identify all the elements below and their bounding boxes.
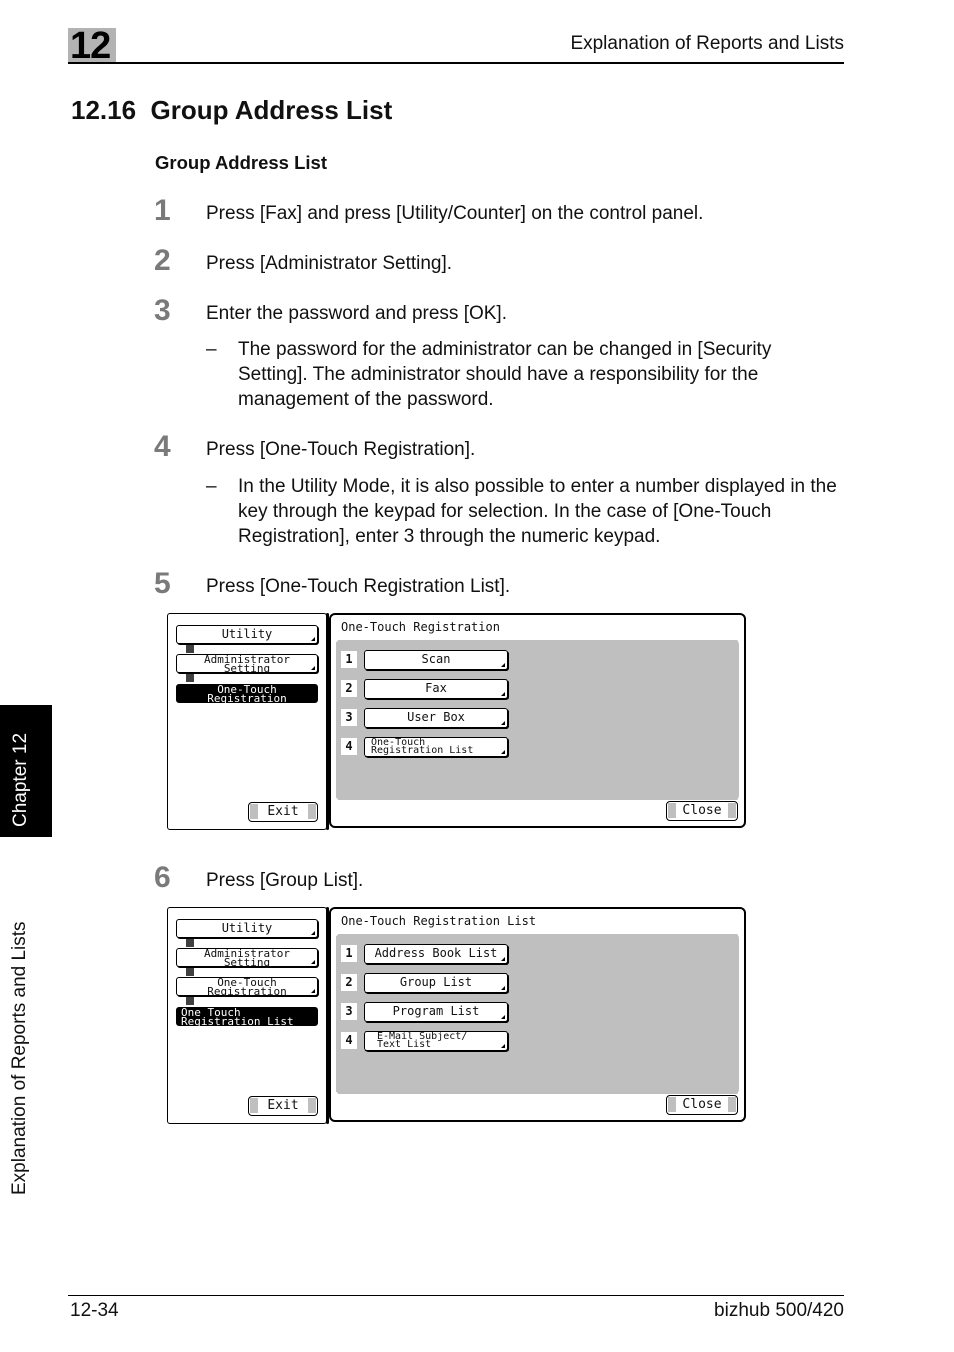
note-text: The password for the administrator can b… (238, 339, 772, 410)
step-text: Press [One-Touch Registration List]. (206, 576, 511, 597)
user-box-button[interactable]: User Box (364, 708, 508, 728)
step-number: 2 (154, 244, 171, 277)
email-subject-text-list-button[interactable]: E-Mail Subject/ Text List (364, 1031, 508, 1051)
connector (186, 645, 194, 653)
chapter-side-tab: Chapter 12 (0, 705, 52, 837)
item-number: 2 (341, 974, 357, 991)
connector (186, 997, 194, 1005)
item-number: 2 (341, 680, 357, 697)
connector (186, 968, 194, 976)
content-panel: One-Touch Registration List 1 Address Bo… (329, 907, 746, 1122)
fax-button[interactable]: Fax (364, 679, 508, 699)
item-number: 3 (341, 1003, 357, 1020)
section-side-label: Explanation of Reports and Lists (9, 921, 30, 1195)
one-touch-registration-list-button[interactable]: One-Touch Registration List (364, 737, 508, 757)
address-book-list-button[interactable]: Address Book List (364, 944, 508, 964)
corner-arrow-icon (501, 957, 505, 961)
group-list-button[interactable]: Group List (364, 973, 508, 993)
exit-button[interactable]: Exit (248, 1096, 318, 1116)
item-number: 4 (341, 1032, 357, 1049)
chapter-number: 12 (70, 25, 111, 67)
corner-arrow-icon (501, 692, 505, 696)
left-navigation-panel: Utility Administrator Setting One-Touch … (167, 907, 327, 1124)
one-touch-registration-button[interactable]: One-Touch Registration (176, 977, 318, 997)
page-number: 12-34 (70, 1300, 119, 1321)
corner-arrow-icon (311, 960, 315, 964)
running-title: Explanation of Reports and Lists (570, 33, 844, 54)
step-number: 5 (154, 567, 171, 600)
screen-title: One-Touch Registration (341, 620, 500, 634)
connector (186, 674, 194, 682)
step-text: Press [Administrator Setting]. (206, 253, 453, 274)
chapter-side-label: Chapter 12 (10, 732, 31, 827)
one-touch-registration-list-button-selected[interactable]: One Touch Registration List (176, 1007, 318, 1027)
exit-button[interactable]: Exit (248, 802, 318, 822)
footer-divider (68, 1295, 844, 1297)
connector (186, 939, 194, 947)
scan-button[interactable]: Scan (364, 650, 508, 670)
left-navigation-panel: Utility Administrator Setting One-Touch … (167, 613, 327, 830)
corner-arrow-icon (501, 750, 505, 754)
utility-button[interactable]: Utility (176, 625, 318, 644)
item-number: 1 (341, 945, 357, 962)
step-note: – In the Utility Mode, it is also possib… (206, 474, 846, 549)
program-list-button[interactable]: Program List (364, 1002, 508, 1022)
corner-arrow-icon (501, 986, 505, 990)
item-number: 3 (341, 709, 357, 726)
header-divider (68, 62, 844, 64)
panel-screen-one-touch-registration-list: Utility Administrator Setting One-Touch … (167, 907, 748, 1124)
sub-title: Group Address List (155, 152, 328, 173)
item-number: 4 (341, 738, 357, 755)
item-number: 1 (341, 651, 357, 668)
step-text: Press [Group List]. (206, 870, 364, 891)
note-dash: – (206, 476, 217, 497)
corner-arrow-icon (311, 931, 315, 935)
section-title: 12.16 Group Address List (71, 95, 393, 125)
corner-arrow-icon (501, 663, 505, 667)
step-number: 1 (154, 194, 171, 227)
close-button[interactable]: Close (666, 801, 738, 821)
step-number: 6 (154, 861, 171, 894)
screen-title: One-Touch Registration List (341, 914, 537, 928)
step-number: 4 (154, 430, 171, 463)
product-name: bizhub 500/420 (714, 1300, 844, 1321)
step-text: Press [One-Touch Registration]. (206, 439, 476, 460)
corner-arrow-icon (501, 1044, 505, 1048)
administrator-setting-button[interactable]: Administrator Setting (176, 654, 318, 674)
one-touch-registration-button-selected[interactable]: One-Touch Registration (176, 684, 318, 704)
corner-arrow-icon (311, 637, 315, 641)
step-text: Press [Fax] and press [Utility/Counter] … (206, 203, 704, 224)
corner-arrow-icon (501, 1015, 505, 1019)
panel-screen-one-touch-registration: Utility Administrator Setting One-Touch … (167, 613, 748, 830)
administrator-setting-button[interactable]: Administrator Setting (176, 948, 318, 968)
step-number: 3 (154, 294, 171, 327)
step-text: Enter the password and press [OK]. (206, 303, 507, 324)
note-text: In the Utility Mode, it is also possible… (238, 476, 837, 547)
close-button[interactable]: Close (666, 1095, 738, 1115)
content-panel: One-Touch Registration 1 Scan 2 Fax 3 Us… (329, 613, 746, 828)
corner-arrow-icon (311, 989, 315, 993)
note-dash: – (206, 339, 217, 360)
utility-button[interactable]: Utility (176, 919, 318, 938)
corner-arrow-icon (311, 666, 315, 670)
corner-arrow-icon (501, 721, 505, 725)
step-note: – The password for the administrator can… (206, 337, 846, 412)
